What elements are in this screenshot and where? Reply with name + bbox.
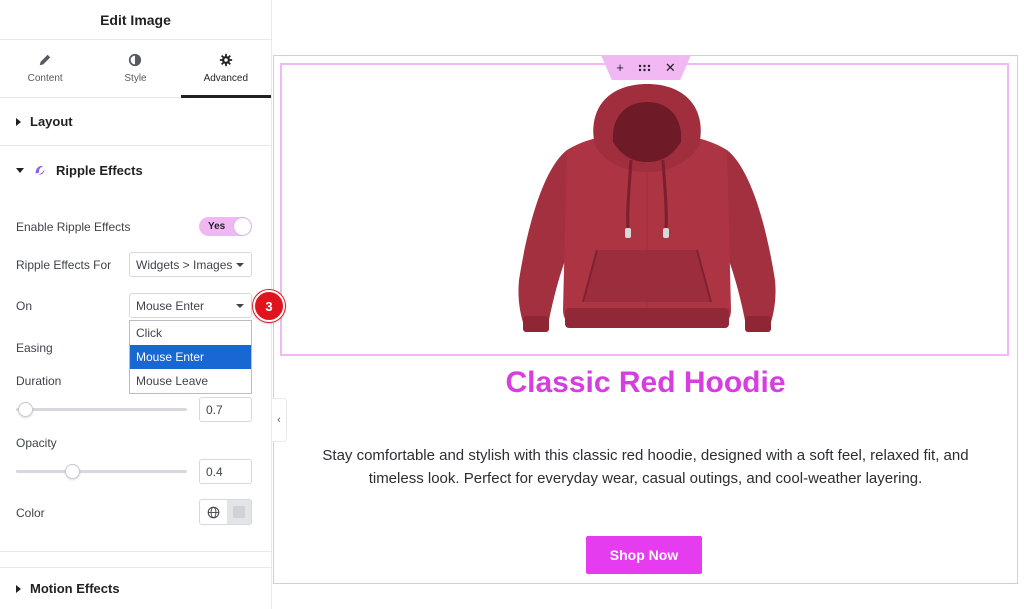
toggle-knob [234, 218, 251, 235]
option-mouse-enter[interactable]: Mouse Enter [130, 345, 251, 369]
section-ripple-label: Ripple Effects [56, 162, 143, 178]
step-badge: 3 [253, 290, 285, 322]
duration-slider-handle[interactable] [18, 402, 33, 417]
caret-right-icon [16, 584, 21, 593]
drag-icon[interactable] [638, 61, 651, 74]
duration-slider-track[interactable] [16, 408, 187, 411]
toggle-yes-text: Yes [208, 221, 226, 232]
tab-style-label: Style [124, 73, 147, 84]
product-description: Stay comfortable and stylish with this c… [322, 447, 969, 487]
chevron-down-icon [236, 263, 244, 267]
ripple-for-label: Ripple Effects For [16, 258, 112, 272]
gear-icon [219, 53, 232, 67]
ripple-addon-logo-icon [35, 165, 45, 175]
on-dropdown-list: Click Mouse Enter Mouse Leave [129, 320, 252, 394]
caret-right-icon [16, 117, 21, 126]
panel-title: Edit Image [0, 0, 271, 40]
tab-advanced[interactable]: Advanced [180, 40, 272, 98]
ripple-for-value: Widgets > Images [136, 257, 233, 272]
half-circle-icon [129, 53, 142, 67]
color-control [199, 499, 252, 525]
tab-content[interactable]: Content [0, 40, 90, 97]
product-title: Classic Red Hoodie [505, 366, 786, 399]
product-image [507, 80, 787, 340]
opacity-label: Opacity [16, 436, 57, 450]
section-layout-label: Layout [30, 114, 73, 129]
option-click[interactable]: Click [130, 321, 251, 345]
panel-tabs: Content Style Advanced [0, 40, 272, 98]
on-label: On [16, 299, 33, 313]
chevron-down-icon [236, 304, 244, 308]
color-swatch[interactable] [227, 500, 251, 524]
on-value: Mouse Enter [136, 298, 205, 313]
chevron-left-icon: ‹ [277, 414, 281, 426]
option-mouse-leave[interactable]: Mouse Leave [130, 369, 251, 393]
pencil-icon [39, 54, 51, 66]
enable-ripple-toggle[interactable]: Yes [199, 217, 252, 236]
plus-icon[interactable]: + [616, 61, 624, 74]
widget-handle: + ✕ [601, 55, 691, 80]
section-ripple-header[interactable]: Ripple Effects [0, 146, 271, 194]
tab-style[interactable]: Style [90, 40, 180, 97]
duration-label: Duration [16, 374, 62, 388]
section-motion-label: Motion Effects [30, 581, 120, 596]
collapse-panel-button[interactable]: ‹ [272, 398, 287, 442]
tab-content-label: Content [27, 73, 63, 84]
editor-panel: Edit Image Content Style Advanced Layout… [0, 0, 272, 609]
hoodie-illustration [518, 84, 776, 332]
enable-ripple-label: Enable Ripple Effects [16, 220, 131, 234]
preview-canvas: + ✕ Classic Red Hoodie Stay comfortable … [273, 0, 1024, 609]
ripple-for-select[interactable]: Widgets > Images [129, 252, 252, 277]
on-select[interactable]: Mouse Enter [129, 293, 252, 318]
opacity-input[interactable]: 0.4 [199, 459, 252, 484]
easing-label: Easing [16, 341, 53, 355]
opacity-slider-track[interactable] [16, 470, 187, 473]
globe-icon[interactable] [200, 500, 227, 524]
shop-now-button[interactable]: Shop Now [586, 536, 702, 574]
close-icon[interactable]: ✕ [665, 61, 676, 74]
caret-down-icon [16, 167, 24, 173]
tab-advanced-label: Advanced [203, 73, 249, 84]
color-label: Color [16, 506, 45, 520]
section-layout[interactable]: Layout [0, 98, 271, 146]
section-motion-effects[interactable]: Motion Effects [0, 567, 272, 609]
duration-input[interactable]: 0.7 [199, 397, 252, 422]
opacity-slider-handle[interactable] [65, 464, 80, 479]
